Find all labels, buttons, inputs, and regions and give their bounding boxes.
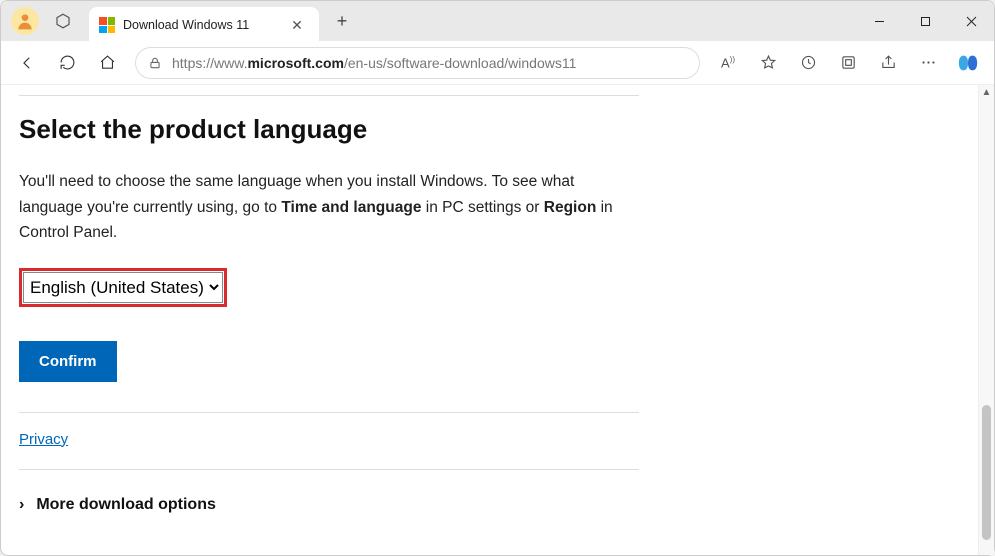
read-aloud-button[interactable]: A)) — [710, 45, 746, 81]
browser-toolbar: https://www.microsoft.com/en-us/software… — [1, 41, 994, 85]
workspaces-icon[interactable] — [49, 7, 77, 35]
divider — [19, 469, 639, 470]
divider — [19, 95, 639, 96]
favorite-button[interactable] — [750, 45, 786, 81]
page-content: Select the product language You'll need … — [1, 85, 978, 555]
maximize-button[interactable] — [902, 1, 948, 41]
more-options-label: More download options — [36, 496, 216, 514]
confirm-button[interactable]: Confirm — [19, 341, 117, 382]
scroll-up-arrow[interactable]: ▲ — [979, 87, 994, 98]
copilot-button[interactable] — [950, 45, 986, 81]
scroll-thumb[interactable] — [982, 405, 991, 540]
history-button[interactable] — [790, 45, 826, 81]
refresh-button[interactable] — [49, 45, 85, 81]
profile-avatar[interactable] — [11, 7, 39, 35]
more-download-options[interactable]: › More download options — [19, 488, 639, 522]
close-tab-button[interactable]: ✕ — [285, 13, 309, 37]
title-bar: Download Windows 11 ✕ + — [1, 1, 994, 41]
share-button[interactable] — [870, 45, 906, 81]
microsoft-favicon — [99, 17, 115, 33]
vertical-scrollbar[interactable]: ▲ — [978, 85, 994, 555]
instruction-text: You'll need to choose the same language … — [19, 169, 639, 246]
address-bar[interactable]: https://www.microsoft.com/en-us/software… — [135, 47, 700, 79]
window-controls — [856, 1, 994, 41]
browser-tab[interactable]: Download Windows 11 ✕ — [89, 7, 319, 43]
home-button[interactable] — [89, 45, 125, 81]
privacy-link[interactable]: Privacy — [19, 431, 68, 448]
highlight-annotation: English (United States) — [19, 268, 227, 307]
close-window-button[interactable] — [948, 1, 994, 41]
language-select[interactable]: English (United States) — [23, 272, 223, 303]
browser-window: Download Windows 11 ✕ + https://www.micr… — [0, 0, 995, 556]
tab-title: Download Windows 11 — [123, 18, 285, 32]
url-text: https://www.microsoft.com/en-us/software… — [172, 55, 576, 71]
lock-icon — [148, 56, 162, 70]
minimize-button[interactable] — [856, 1, 902, 41]
page-heading: Select the product language — [19, 114, 978, 145]
new-tab-button[interactable]: + — [325, 4, 359, 38]
more-menu-button[interactable] — [910, 45, 946, 81]
extensions-button[interactable] — [830, 45, 866, 81]
chevron-right-icon: › — [19, 496, 24, 514]
divider — [19, 412, 639, 413]
back-button[interactable] — [9, 45, 45, 81]
